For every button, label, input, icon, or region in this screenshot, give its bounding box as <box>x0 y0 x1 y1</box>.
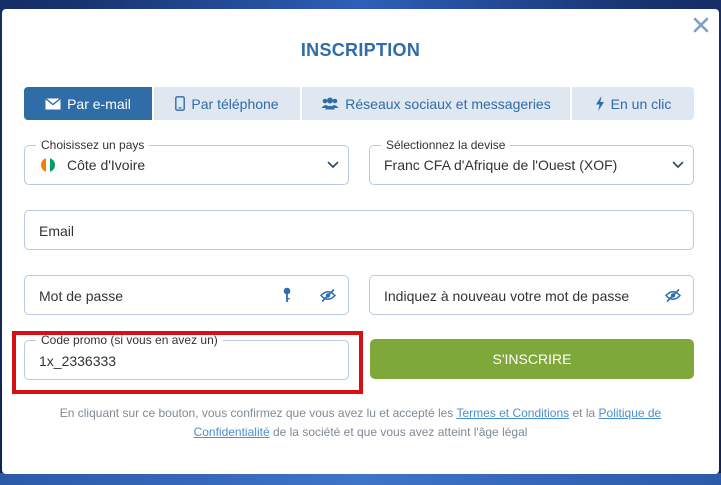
chevron-down-icon[interactable] <box>327 160 339 170</box>
privacy-link-line-2[interactable]: Confidentialité <box>194 425 270 439</box>
promo-code-highlight-box <box>12 331 363 394</box>
tab-social-networks[interactable]: Réseaux sociaux et messageries <box>302 87 572 120</box>
email-field[interactable]: Email <box>24 210 694 250</box>
phone-icon <box>175 96 186 111</box>
registration-modal: INSCRIPTION Par e-mail Par téléphone Rés… <box>2 9 719 474</box>
page-backdrop-strip <box>0 473 721 485</box>
close-button[interactable] <box>691 15 711 35</box>
country-select-value: Côte d'Ivoire <box>67 157 146 173</box>
key-icon[interactable] <box>282 287 292 304</box>
users-icon <box>321 97 339 110</box>
terms-link[interactable]: Termes et Conditions <box>456 406 569 420</box>
privacy-link-line-1[interactable]: Politique de <box>599 406 662 420</box>
country-select-legend: Choisissez un pays <box>36 138 150 152</box>
envelope-icon <box>45 97 62 109</box>
tab-phone-label: Par téléphone <box>191 95 279 112</box>
legal-text-2: et la <box>569 406 599 420</box>
password-field[interactable]: Mot de passe <box>24 275 349 315</box>
country-select[interactable]: Choisissez un pays Côte d'Ivoire <box>24 138 349 185</box>
legal-text-1: En cliquant sur ce bouton, vous confirme… <box>59 406 457 420</box>
modal-title: INSCRIPTION <box>300 40 421 60</box>
tab-email[interactable]: Par e-mail <box>24 87 154 120</box>
legal-text-3: de la société et que vous avez atteint l… <box>269 425 528 439</box>
currency-select-legend: Sélectionnez la devise <box>381 138 511 152</box>
register-button[interactable]: S'INSCRIRE <box>370 339 694 379</box>
tab-email-label: Par e-mail <box>67 95 131 112</box>
password-placeholder: Mot de passe <box>39 288 124 304</box>
tab-one-click[interactable]: En un clic <box>572 87 694 120</box>
registration-method-tabs: Par e-mail Par téléphone Réseaux sociaux… <box>24 87 694 120</box>
close-icon <box>693 17 709 33</box>
password-confirm-placeholder: Indiquez à nouveau votre mot de passe <box>384 288 630 304</box>
eye-slash-icon[interactable] <box>665 289 681 302</box>
cote-divoire-flag-icon <box>41 158 55 172</box>
chevron-down-icon[interactable] <box>672 160 684 170</box>
currency-select-value: Franc CFA d'Afrique de l'Ouest (XOF) <box>384 157 618 173</box>
eye-slash-icon[interactable] <box>320 289 336 302</box>
tab-phone[interactable]: Par téléphone <box>154 87 302 120</box>
legal-notice: En cliquant sur ce bouton, vous confirme… <box>42 404 679 442</box>
lightning-icon <box>595 96 604 111</box>
tab-social-networks-label: Réseaux sociaux et messageries <box>345 95 551 112</box>
tab-one-click-label: En un clic <box>610 95 672 112</box>
password-confirm-field[interactable]: Indiquez à nouveau votre mot de passe <box>369 275 694 315</box>
currency-select[interactable]: Sélectionnez la devise Franc CFA d'Afriq… <box>369 138 694 185</box>
email-placeholder: Email <box>39 223 75 239</box>
